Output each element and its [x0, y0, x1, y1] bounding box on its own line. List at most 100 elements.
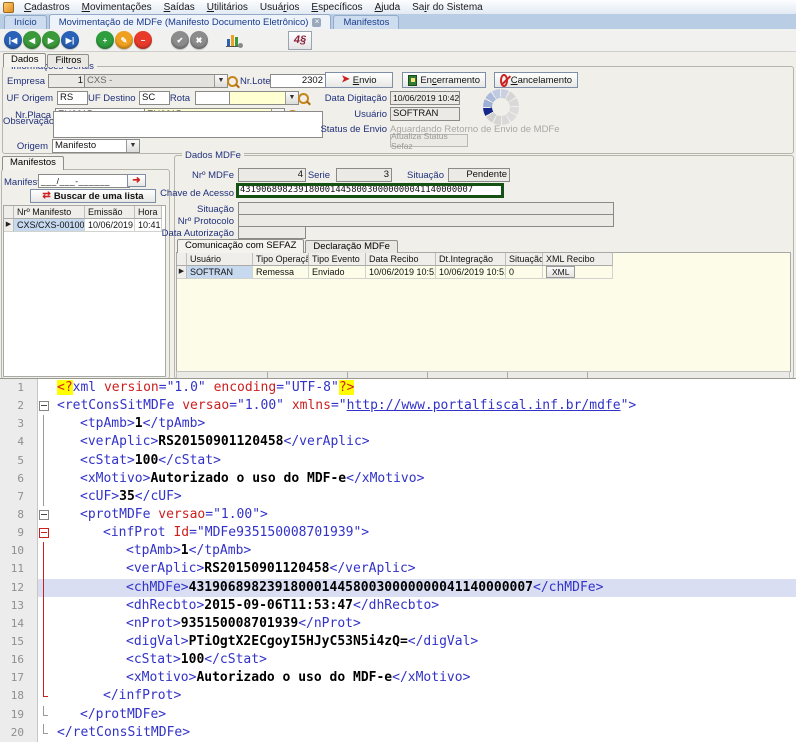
fold-margin	[38, 579, 51, 597]
send-arrow-icon: ➤	[341, 75, 349, 85]
atualiza-status-sefaz-button[interactable]: Atualiza Status Sefaz	[390, 134, 468, 147]
xml-line-number: 17	[0, 669, 38, 687]
xml-line-number: 3	[0, 415, 38, 433]
grid-header-row: UsuárioTipo OperaçãoTipo EventoData Reci…	[177, 253, 790, 266]
tab-comunicacao-sefaz[interactable]: Comunicação com SEFAZ	[177, 239, 304, 253]
chevron-down-icon[interactable]: ▼	[214, 75, 227, 87]
buscar-lista-button[interactable]: ⇄ Buscar de uma lista	[30, 189, 156, 203]
tab-manifestos[interactable]: Manifestos	[333, 15, 399, 29]
edit-record-button[interactable]: ✎	[115, 31, 133, 49]
next-record-button[interactable]: ▶	[42, 31, 60, 49]
column-header[interactable]: Situação	[506, 253, 543, 266]
menu-utilitarios[interactable]: Utilitários	[201, 1, 254, 14]
column-header[interactable]: Usuário	[187, 253, 253, 266]
column-header[interactable]: Dt.Integração	[436, 253, 506, 266]
column-header[interactable]: Data Recibo	[366, 253, 436, 266]
xml-code: <cUF>35</cUF>	[51, 488, 796, 506]
cell: 10/06/2019	[85, 219, 135, 232]
menu-saidas[interactable]: Saídas	[158, 1, 201, 14]
column-header[interactable]: Tipo Evento	[309, 253, 366, 266]
column-header[interactable]: XML Recibo	[543, 253, 613, 266]
xml-code: <retConsSitMDFe versao="1.00" xmlns="htt…	[51, 397, 796, 415]
menu-sair-do-sistema[interactable]: Sair do Sistema	[406, 1, 489, 14]
empresa-code-field[interactable]: 1	[48, 74, 86, 88]
envio-button[interactable]: ➤ Envio	[325, 72, 393, 88]
xml-line: 7 <cUF>35</cUF>	[0, 488, 796, 506]
tab-filtros[interactable]: Filtros	[47, 54, 89, 67]
column-header[interactable]: Emissão	[85, 206, 135, 219]
first-record-button[interactable]: |◀	[4, 31, 22, 49]
menu-especificos[interactable]: Específicos	[305, 1, 368, 14]
fold-line	[43, 633, 44, 651]
xml-line-number: 7	[0, 488, 38, 506]
empresa-combo[interactable]: CXS - ▼	[84, 74, 228, 88]
xml-line: 17<xMotivo>Autorizado o uso do MDF-e</xM…	[0, 669, 796, 687]
nrlote-field[interactable]: 2302	[270, 74, 326, 88]
fold-margin	[38, 560, 51, 578]
confirm-button[interactable]: ✔	[171, 31, 189, 49]
grid-corner-cell	[4, 206, 14, 219]
rota-code-field[interactable]	[195, 91, 233, 105]
chave-acesso-field[interactable]: 4319068982391800014458003000000004114000…	[236, 183, 504, 198]
column-header[interactable]: Tipo Operação	[253, 253, 309, 266]
rota-combo[interactable]: ▼	[229, 91, 299, 105]
xml-line-number: 8	[0, 506, 38, 524]
origem-combo[interactable]: Manifesto ▼	[52, 139, 140, 153]
prior-record-button[interactable]: ◀	[23, 31, 41, 49]
menu-bar-items: CadastrosMovimentaçõesSaídasUtilitáriosU…	[18, 1, 489, 14]
fold-collapse-icon[interactable]	[39, 401, 49, 411]
xml-code: <protMDFe versao="1.00">	[51, 506, 796, 524]
menu-movimentacoes[interactable]: Movimentações	[76, 1, 158, 14]
menu-cadastros[interactable]: Cadastros	[18, 1, 76, 14]
encerramento-button[interactable]: Encerramento	[402, 72, 486, 88]
xml-line-number: 14	[0, 615, 38, 633]
add-record-button[interactable]: +	[96, 31, 114, 49]
xml-code: <digVal>PTiOgtX2ECgoyI5HJyC53N5i4zQ=</di…	[51, 633, 796, 651]
observacao-input[interactable]	[53, 111, 323, 138]
fold-collapse-icon[interactable]	[39, 528, 49, 538]
tab-manifestos-panel[interactable]: Manifestos	[2, 156, 64, 170]
chart-button[interactable]	[225, 32, 243, 48]
usuario-label: Usuário	[300, 109, 387, 120]
chevron-down-icon[interactable]: ▼	[126, 140, 139, 152]
tab-declaracao-mdfe[interactable]: Declaração MDFe	[305, 240, 398, 253]
xml-line-number: 5	[0, 452, 38, 470]
uf-origem-field[interactable]: RS	[57, 91, 88, 105]
xml-code: <tpAmb>1</tpAmb>	[51, 542, 796, 560]
cell: XML	[543, 266, 613, 279]
manifesto-input[interactable]: ___/___-______	[38, 174, 130, 188]
softran-logo-button[interactable]: 4§	[288, 31, 312, 50]
cell: Enviado	[309, 266, 366, 279]
xml-line: 11<verAplic>RS20150901120458</verAplic>	[0, 560, 796, 578]
empresa-search-icon[interactable]	[227, 76, 238, 87]
nrlote-label: Nr.Lote	[240, 76, 271, 87]
tab-dados[interactable]: Dados	[3, 53, 46, 67]
cancelamento-button[interactable]: Cancelamento	[494, 72, 578, 88]
fold-end-tick	[43, 696, 48, 697]
chevron-down-icon[interactable]: ▼	[285, 92, 298, 104]
cancel-edit-button[interactable]: ✖	[190, 31, 208, 49]
fold-collapse-icon[interactable]	[39, 510, 49, 520]
table-row[interactable]: ▶SOFTRANRemessaEnviado10/06/2019 10:51:2…	[177, 266, 790, 279]
menu-ajuda[interactable]: Ajuda	[369, 1, 407, 14]
menu-usuarios[interactable]: Usuários	[254, 1, 306, 14]
xml-line: 13<dhRecbto>2015-09-06T11:53:47</dhRecbt…	[0, 597, 796, 615]
serie-label: Serie	[260, 170, 330, 181]
tab-inicio[interactable]: Início	[4, 15, 47, 29]
fold-margin	[38, 615, 51, 633]
delete-record-button[interactable]: −	[134, 31, 152, 49]
xml-recibo-button[interactable]: XML	[546, 266, 575, 278]
app-icon	[3, 2, 14, 13]
fold-margin	[38, 542, 51, 560]
xml-line: 4<verAplic>RS20150901120458</verAplic>	[0, 433, 796, 451]
cell: Remessa	[253, 266, 309, 279]
column-header[interactable]: Nrº Manifesto	[14, 206, 85, 219]
data-digitacao-label: Data Digitação	[300, 93, 387, 104]
tab-inicio-label: Início	[14, 16, 37, 29]
xml-line: 5<cStat>100</cStat>	[0, 452, 796, 470]
last-record-button[interactable]: ▶|	[61, 31, 79, 49]
close-tab-icon[interactable]: ×	[312, 18, 321, 27]
xml-line-number: 1	[0, 379, 38, 397]
xml-line-number: 10	[0, 542, 38, 560]
tab-movimentacao-mdfe[interactable]: Movimentação de MDFe (Manifesto Document…	[49, 14, 332, 29]
